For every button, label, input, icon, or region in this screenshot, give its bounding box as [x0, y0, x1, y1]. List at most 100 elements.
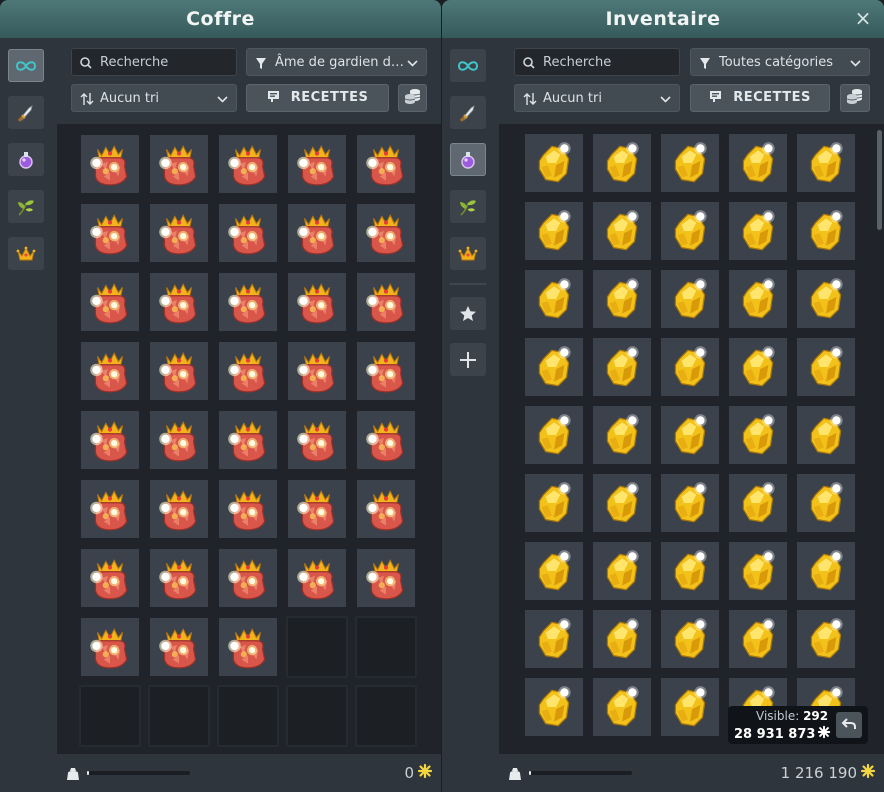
item-slot[interactable] [355, 133, 417, 195]
item-slot[interactable] [727, 608, 789, 670]
item-slot[interactable] [727, 268, 789, 330]
tab-resource[interactable] [8, 190, 44, 223]
item-slot[interactable] [659, 540, 721, 602]
tab-all[interactable] [450, 49, 486, 82]
item-slot[interactable] [523, 132, 585, 194]
item-slot[interactable] [286, 409, 348, 471]
item-slot[interactable] [591, 608, 653, 670]
item-slot[interactable] [286, 271, 348, 333]
item-slot[interactable] [523, 608, 585, 670]
item-slot[interactable] [217, 340, 279, 402]
chest-recipes-button[interactable]: RECETTES [246, 84, 389, 112]
tab-crown[interactable] [8, 237, 44, 270]
tab-consumable[interactable] [450, 143, 486, 176]
close-button[interactable]: × [852, 7, 874, 29]
item-slot[interactable] [659, 132, 721, 194]
chest-sort-select[interactable]: Aucun tri [71, 84, 237, 112]
item-slot[interactable] [79, 133, 141, 195]
item-slot[interactable] [591, 132, 653, 194]
item-slot[interactable] [591, 540, 653, 602]
tab-add-tab[interactable] [450, 343, 486, 376]
empty-slot[interactable] [217, 685, 279, 747]
item-slot[interactable] [217, 202, 279, 264]
inventory-sort-select[interactable]: Aucun tri [514, 84, 680, 112]
item-slot[interactable] [355, 271, 417, 333]
item-slot[interactable] [659, 336, 721, 398]
empty-slot[interactable] [286, 616, 348, 678]
item-slot[interactable] [355, 202, 417, 264]
item-slot[interactable] [795, 540, 857, 602]
item-slot[interactable] [523, 268, 585, 330]
inventory-search-input[interactable]: Recherche [514, 48, 680, 76]
item-slot[interactable] [523, 404, 585, 466]
item-slot[interactable] [217, 409, 279, 471]
item-slot[interactable] [795, 608, 857, 670]
item-slot[interactable] [79, 409, 141, 471]
item-slot[interactable] [591, 268, 653, 330]
item-slot[interactable] [727, 336, 789, 398]
item-slot[interactable] [355, 547, 417, 609]
item-slot[interactable] [79, 271, 141, 333]
tab-resource[interactable] [450, 190, 486, 223]
item-slot[interactable] [659, 200, 721, 262]
item-slot[interactable] [286, 133, 348, 195]
inventory-recipes-button[interactable]: RECETTES [690, 84, 830, 112]
item-slot[interactable] [148, 547, 210, 609]
item-slot[interactable] [727, 200, 789, 262]
chest-filter-select[interactable]: Âme de gardien d… [246, 48, 427, 76]
item-slot[interactable] [523, 540, 585, 602]
item-slot[interactable] [523, 200, 585, 262]
item-slot[interactable] [355, 409, 417, 471]
item-slot[interactable] [79, 616, 141, 678]
item-slot[interactable] [523, 472, 585, 534]
item-slot[interactable] [659, 472, 721, 534]
item-slot[interactable] [591, 200, 653, 262]
item-slot[interactable] [286, 547, 348, 609]
item-slot[interactable] [148, 202, 210, 264]
item-slot[interactable] [727, 404, 789, 466]
tab-crown[interactable] [450, 237, 486, 270]
item-slot[interactable] [591, 404, 653, 466]
item-slot[interactable] [79, 478, 141, 540]
item-slot[interactable] [148, 409, 210, 471]
item-slot[interactable] [79, 340, 141, 402]
item-slot[interactable] [795, 132, 857, 194]
item-slot[interactable] [795, 268, 857, 330]
chest-search-input[interactable]: Recherche [71, 48, 237, 76]
empty-slot[interactable] [355, 616, 417, 678]
item-slot[interactable] [591, 676, 653, 738]
item-slot[interactable] [659, 676, 721, 738]
item-slot[interactable] [217, 271, 279, 333]
item-slot[interactable] [727, 132, 789, 194]
inventory-stack-button[interactable] [840, 84, 870, 112]
tab-favorite-star[interactable] [450, 297, 486, 330]
item-slot[interactable] [795, 404, 857, 466]
inventory-filter-select[interactable]: Toutes catégories [690, 48, 870, 76]
item-slot[interactable] [727, 540, 789, 602]
item-slot[interactable] [217, 133, 279, 195]
item-slot[interactable] [355, 340, 417, 402]
item-slot[interactable] [148, 133, 210, 195]
empty-slot[interactable] [286, 685, 348, 747]
item-slot[interactable] [795, 336, 857, 398]
return-button[interactable] [836, 712, 862, 738]
item-slot[interactable] [355, 478, 417, 540]
item-slot[interactable] [217, 616, 279, 678]
item-slot[interactable] [148, 616, 210, 678]
item-slot[interactable] [523, 336, 585, 398]
empty-slot[interactable] [355, 685, 417, 747]
item-slot[interactable] [523, 676, 585, 738]
tab-all[interactable] [8, 49, 44, 82]
item-slot[interactable] [659, 608, 721, 670]
item-slot[interactable] [217, 478, 279, 540]
item-slot[interactable] [795, 200, 857, 262]
item-slot[interactable] [286, 478, 348, 540]
item-slot[interactable] [286, 202, 348, 264]
tab-equipment[interactable] [450, 96, 486, 129]
item-slot[interactable] [591, 336, 653, 398]
item-slot[interactable] [795, 472, 857, 534]
chest-stack-button[interactable] [398, 84, 427, 112]
tab-consumable[interactable] [8, 143, 44, 176]
empty-slot[interactable] [79, 685, 141, 747]
tab-equipment[interactable] [8, 96, 44, 129]
